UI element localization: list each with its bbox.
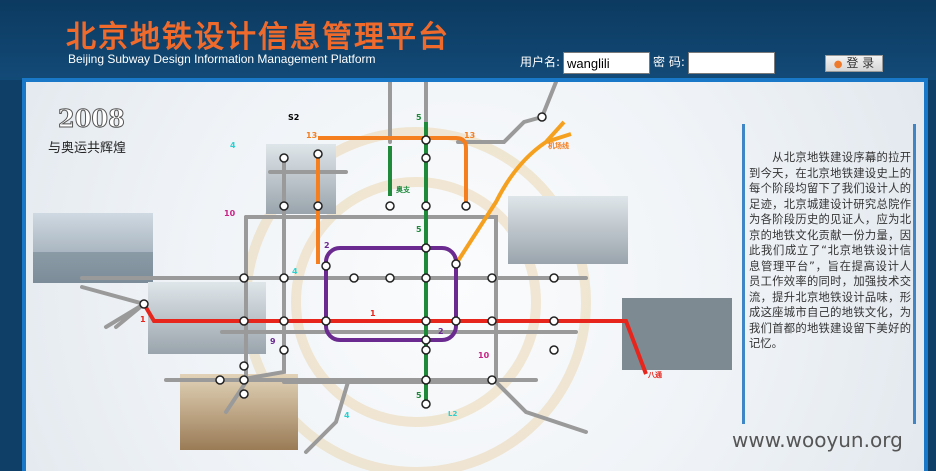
label-line2-b: 2 [438,327,444,336]
station-photo-2 [266,144,336,214]
label-line1-a: 1 [140,315,146,324]
label-s2: S2 [288,113,299,122]
label-aozhi: 奥支 [396,185,411,194]
label-line9: 9 [270,337,276,346]
label-l2: L2 [448,410,457,418]
label-line4-b: 4 [292,267,298,276]
username-input[interactable] [563,52,650,74]
station-photo-6 [180,374,298,450]
site-subtitle: Beijing Subway Design Information Manage… [68,52,376,66]
label-line13-a: 13 [306,131,317,140]
watermark: www.wooyun.org [732,428,903,452]
label-line4-c: 4 [344,411,350,420]
intro-text: 从北京地铁建设序幕的拉开到今天，在北京地铁建设史上的每个阶段均留下了我们设计人的… [749,151,911,350]
intro-card: 从北京地铁建设序幕的拉开到今天，在北京地铁建设史上的每个阶段均留下了我们设计人的… [742,124,916,424]
login-button[interactable]: ● 登 录 [825,55,883,72]
username-label: 用户名: [520,55,561,69]
label-airport: 机场线 [548,141,569,150]
label-line13-b: 13 [464,131,475,140]
label-line2-a: 2 [324,241,330,250]
label-line10-b: 10 [478,351,490,360]
password-input[interactable] [688,52,775,74]
label-line5-b: 5 [416,225,422,234]
label-batong: 八通 [647,370,663,379]
bullet-icon: ● [833,59,843,70]
subway-map-panel: 2008 与奥运共辉煌 S2 13 13 5 5 5 4 4 4 10 10 2… [26,82,924,471]
password-label: 密 码: [653,55,685,69]
header-bar: 北京地铁设计信息管理平台 Beijing Subway Design Infor… [0,0,936,80]
label-line1-b: 1 [370,309,376,318]
login-button-label: 登 录 [846,56,875,70]
label-line10-a: 10 [224,209,236,218]
label-line5-c: 5 [416,391,422,400]
label-line5-a: 5 [416,113,422,122]
station-photo-4 [148,282,266,354]
site-title: 北京地铁设计信息管理平台 [66,20,450,55]
label-line4-a: 4 [230,141,236,150]
station-photo-3 [508,196,628,264]
